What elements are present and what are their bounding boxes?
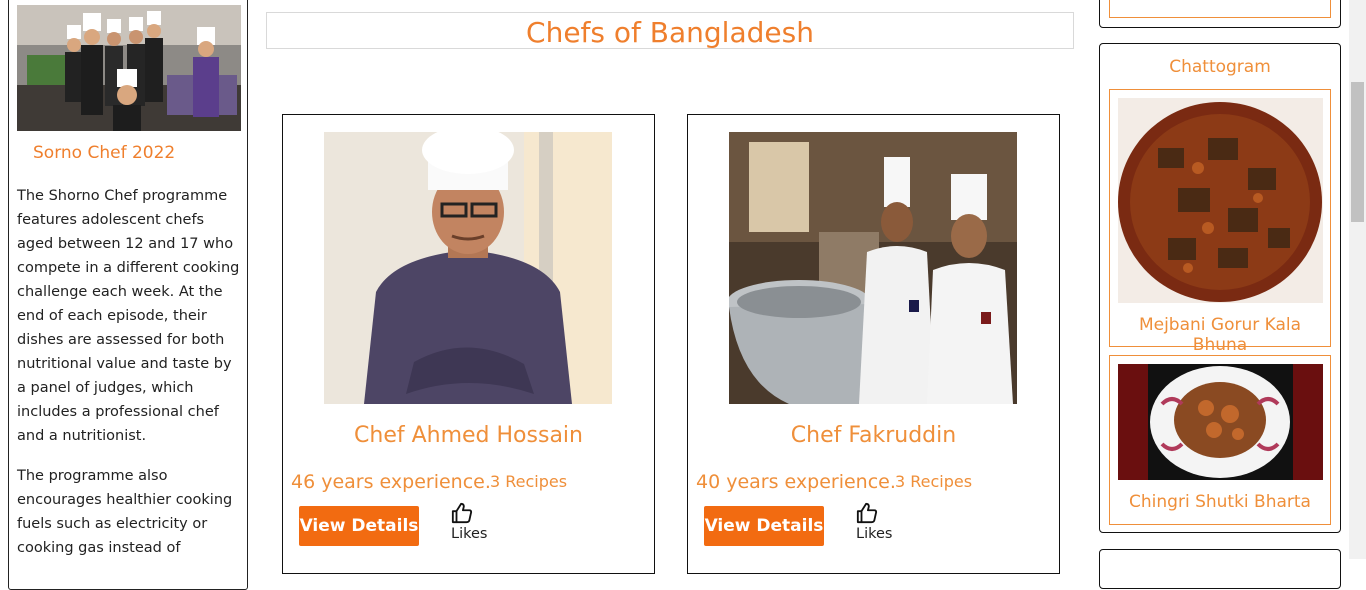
region-box-chattogram: Chattogram Mejbani Gorur Kala Bhuna Chin… xyxy=(1099,43,1341,533)
chef-card: Chef Fakruddin 40 years experience. 3 Re… xyxy=(687,114,1060,574)
dish-name: Chingri Shutki Bharta xyxy=(1129,492,1311,512)
region-box-next xyxy=(1099,549,1341,589)
chef-recipe-count: 3 Recipes xyxy=(895,472,973,491)
chef-card: Chef Ahmed Hossain 46 years experience. … xyxy=(282,114,655,574)
region-title: Chattogram xyxy=(1169,57,1271,77)
sorno-chef-description: The Shorno Chef programme features adole… xyxy=(17,188,240,444)
thumbs-up-icon[interactable] xyxy=(451,502,473,524)
dish-photo xyxy=(1118,98,1323,303)
like-button[interactable]: Likes xyxy=(856,502,896,542)
dish-card[interactable]: Mejbani Gorur Kala Bhuna xyxy=(1109,89,1331,355)
dish-name: Mejbani Gorur Kala Bhuna xyxy=(1138,315,1302,355)
view-details-button[interactable]: View Details xyxy=(704,506,824,546)
likes-label: Likes xyxy=(856,526,893,542)
chef-name: Chef Fakruddin xyxy=(790,423,957,448)
sorno-chef-description-continued: The programme also encourages healthier … xyxy=(17,468,233,556)
sorno-chef-title: Sorno Chef 2022 xyxy=(33,143,176,163)
dish-card-previous[interactable] xyxy=(1109,0,1331,18)
chef-photo xyxy=(324,132,612,404)
chef-experience: 40 years experience. xyxy=(696,471,896,493)
thumbs-up-icon[interactable] xyxy=(856,502,878,524)
chef-name: Chef Ahmed Hossain xyxy=(354,423,583,448)
sorno-chef-banner-image xyxy=(17,5,241,131)
like-button[interactable]: Likes xyxy=(451,502,491,542)
page-title: Chefs of Bangladesh xyxy=(526,16,814,49)
chef-recipe-count: 3 Recipes xyxy=(490,472,568,491)
page-heading-box: Chefs of Bangladesh xyxy=(266,12,1074,49)
view-details-button[interactable]: View Details xyxy=(299,506,419,546)
likes-label: Likes xyxy=(451,526,488,542)
chef-photo xyxy=(729,132,1017,404)
chef-experience: 46 years experience. xyxy=(291,471,491,493)
dish-photo xyxy=(1118,364,1323,480)
page-scrollbar[interactable] xyxy=(1349,0,1366,559)
region-box-previous xyxy=(1099,0,1341,28)
left-sidebar: Sorno Chef 2022 The Shorno Chef programm… xyxy=(8,0,248,590)
scrollbar-thumb[interactable] xyxy=(1351,82,1364,222)
dish-card[interactable]: Chingri Shutki Bharta xyxy=(1109,355,1331,525)
